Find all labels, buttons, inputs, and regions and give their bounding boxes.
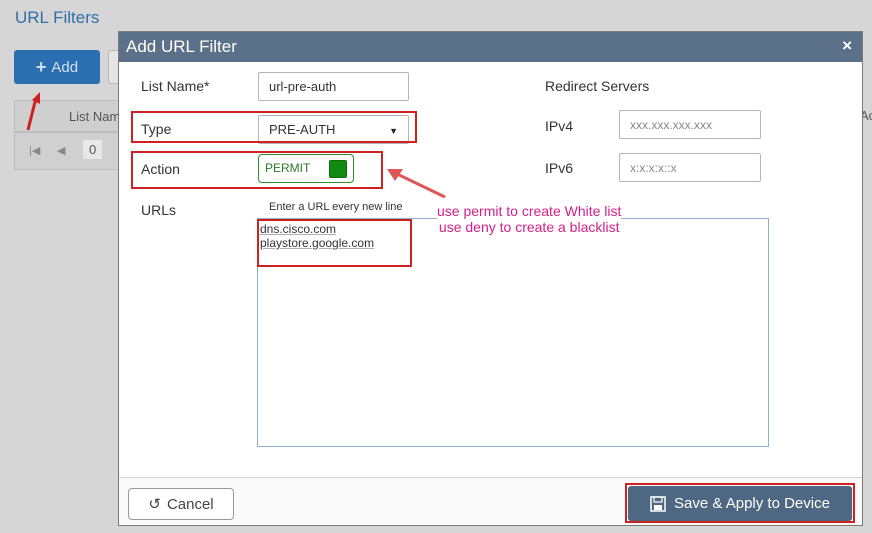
table-col-list-name: List Nam	[69, 109, 121, 124]
urls-annotation-box	[257, 219, 412, 267]
urls-hint: Enter a URL every new line	[269, 201, 403, 213]
save-button-label: Save & Apply to Device	[674, 495, 830, 512]
pager: |◀ ◀ 0	[14, 132, 134, 170]
annotation-arrow-icon	[26, 92, 40, 131]
dialog-header: Add URL Filter ×	[119, 32, 862, 62]
annotation-arrow-icon	[387, 169, 446, 199]
undo-icon: ↺	[148, 496, 161, 513]
dialog-footer: ↺ Cancel Save & Apply to Device	[119, 477, 862, 525]
action-annotation-box	[131, 151, 383, 189]
cancel-button[interactable]: ↺ Cancel	[128, 488, 234, 520]
add-url-filter-dialog: Add URL Filter × List Name* url-pre-auth…	[118, 31, 863, 526]
dialog-title: Add URL Filter	[126, 37, 237, 56]
annotation-note: use permit to create White list use deny…	[437, 203, 622, 235]
ipv4-label: IPv4	[545, 118, 574, 134]
close-icon[interactable]: ×	[842, 36, 852, 56]
page-number: 0	[83, 140, 103, 159]
urls-label: URLs	[141, 202, 177, 218]
prev-page-icon[interactable]: ◀	[57, 144, 65, 157]
list-name-input[interactable]: url-pre-auth	[258, 72, 409, 101]
first-page-icon[interactable]: |◀	[29, 144, 40, 157]
ipv6-placeholder: x:x:x:x::x	[630, 160, 677, 175]
annotation-line: use deny to create a blacklist	[438, 219, 620, 235]
add-button-label: Add	[51, 58, 79, 76]
list-name-value: url-pre-auth	[269, 79, 337, 94]
ipv6-input[interactable]: x:x:x:x::x	[619, 153, 761, 182]
page-title: URL Filters	[15, 8, 100, 27]
annotation-line: use permit to create White list	[437, 203, 622, 219]
ipv6-label: IPv6	[545, 160, 574, 176]
ipv4-input[interactable]: xxx.xxx.xxx.xxx	[619, 110, 761, 139]
save-apply-button[interactable]: Save & Apply to Device	[628, 486, 852, 521]
cancel-button-label: Cancel	[166, 495, 214, 513]
type-annotation-box	[131, 111, 417, 143]
save-icon	[650, 495, 666, 512]
add-button[interactable]: + Add	[14, 50, 100, 84]
redirect-servers-heading: Redirect Servers	[545, 78, 650, 94]
list-name-label: List Name*	[141, 78, 210, 94]
plus-icon: +	[35, 56, 47, 77]
ipv4-placeholder: xxx.xxx.xxx.xxx	[630, 117, 713, 132]
